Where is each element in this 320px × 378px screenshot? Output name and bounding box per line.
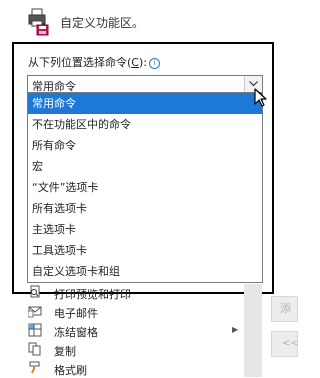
dropdown-option[interactable]: 宏 [28, 156, 262, 177]
choose-commands-dropdown-list[interactable]: 常用命令 不在功能区中的命令 所有命令 宏 “文件”选项卡 所有选项卡 主选项卡… [27, 93, 263, 283]
info-icon[interactable]: i [148, 58, 160, 69]
dropdown-option[interactable]: 工具选项卡 [28, 240, 262, 261]
dropdown-option[interactable]: 不在功能区中的命令 [28, 114, 262, 135]
commands-list-scrollbar[interactable] [244, 284, 262, 377]
remove-button[interactable]: << [271, 331, 298, 357]
list-item[interactable]: 格式刷 [22, 360, 262, 378]
list-item-label: 打印预览和打印 [54, 288, 131, 301]
freeze-panes-icon [28, 323, 42, 337]
list-item-label: 复制 [54, 345, 76, 358]
mouse-cursor-icon [254, 88, 268, 111]
list-item-label: 格式刷 [54, 364, 87, 377]
dropdown-option[interactable]: 常用命令 [28, 93, 262, 114]
copy-icon [28, 342, 42, 356]
list-item[interactable]: 复制 [22, 341, 262, 359]
list-item-label: 冻结窗格 [54, 326, 98, 339]
list-item[interactable]: 冻结窗格 ▶ [22, 322, 262, 340]
dropdown-option[interactable]: 主选项卡 [28, 219, 262, 240]
choose-commands-label: 从下列位置选择命令(C): i [28, 54, 160, 70]
add-button[interactable]: 添加 [271, 296, 298, 322]
print-preview-icon [28, 285, 42, 299]
dropdown-option[interactable]: 所有命令 [28, 135, 262, 156]
email-icon [27, 304, 42, 318]
choose-label-accesskey: C [131, 56, 139, 69]
page-title: 自定义功能区。 [60, 16, 145, 30]
choose-commands-combobox[interactable]: 常用命令 [27, 75, 263, 93]
submenu-arrow-icon: ▶ [232, 325, 239, 334]
list-item[interactable]: 电子邮件 [22, 303, 262, 321]
combobox-value: 常用命令 [32, 80, 76, 93]
dropdown-option[interactable]: “文件”选项卡 [28, 177, 262, 198]
commands-list[interactable]: 打印预览和打印 电子邮件 冻结窗格 ▶ 复制 格式刷 [22, 284, 262, 377]
choose-label-prefix: 从下列位置选择命令( [28, 56, 132, 69]
dropdown-option[interactable]: 所有选项卡 [28, 198, 262, 219]
dropdown-option[interactable]: 自定义选项卡和组 [28, 261, 262, 282]
choose-label-suffix: ): [138, 56, 147, 69]
list-item[interactable]: 打印预览和打印 [22, 284, 262, 302]
format-painter-icon [28, 361, 42, 375]
customize-ribbon-icon [26, 8, 50, 36]
list-item-label: 电子邮件 [54, 307, 98, 320]
